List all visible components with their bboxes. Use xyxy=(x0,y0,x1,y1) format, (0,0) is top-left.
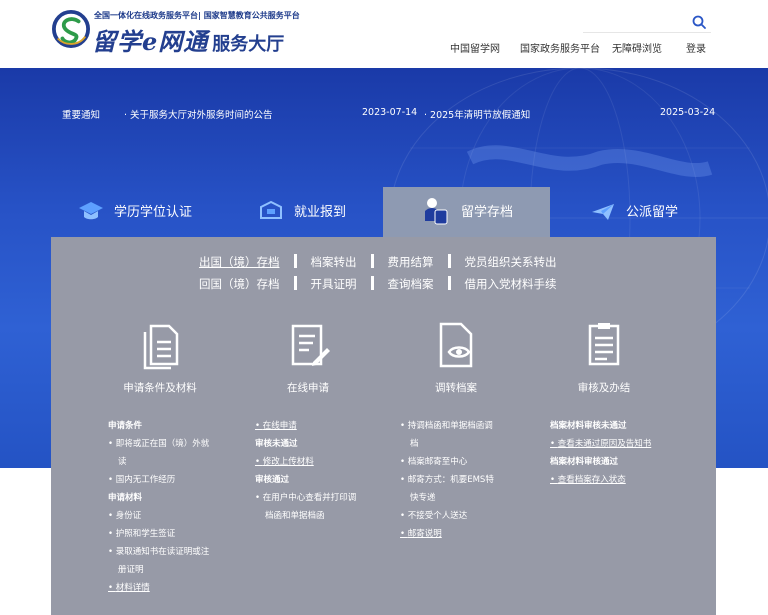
step-transfer-archive[interactable]: 调转档案 xyxy=(376,320,536,395)
list-item: 档案邮寄至中心 xyxy=(400,453,520,471)
notice-date-1: 2023-07-14 xyxy=(362,107,418,118)
nav-link-china-study-abroad[interactable]: 中国留学网 xyxy=(450,40,500,55)
link-return-archive[interactable]: 回国（境）存档 xyxy=(199,277,280,291)
list-item: 不接受个人送达 xyxy=(400,507,520,525)
link-outbound-archive[interactable]: 出国（境）存档 xyxy=(199,255,280,269)
list-item: 在用户中心查看并打印调 xyxy=(255,489,375,507)
tab-government-sponsored[interactable]: 公派留学 xyxy=(580,187,720,233)
detail-column-requirements: 申请条件 即将或正在国（境）外就 读 国内无工作经历 申请材料 身份证 护照和学… xyxy=(108,417,228,597)
notice-item-1[interactable]: · 关于服务大厅对外服务时间的公告 xyxy=(124,107,273,121)
link-borrow-party-materials[interactable]: 借用入党材料手续 xyxy=(465,277,557,291)
detail-column-review: 档案材料审核未通过 查看未通过原因及告知书 档案材料审核通过 查看档案存入状态 xyxy=(550,417,680,489)
list-item-cont: 快专递 xyxy=(410,493,436,503)
link-fee-settlement[interactable]: 费用结算 xyxy=(388,255,434,269)
column-heading: 审核未通过 xyxy=(255,439,298,449)
step-review-completion[interactable]: 审核及办结 xyxy=(524,320,684,395)
materials-detail-link[interactable]: 材料详情 xyxy=(108,579,228,597)
tab-label: 就业报到 xyxy=(294,205,347,220)
step-label: 调转档案 xyxy=(435,382,477,394)
service-links-row-1: 出国（境）存档 档案转出 费用结算 党员组织关系转出 xyxy=(199,254,557,270)
detail-column-online-application: 在线申请 审核未通过 修改上传材料 审核通过 在用户中心查看并打印调 档函和单据… xyxy=(255,417,375,525)
notice-bar: 重要通知 · 关于服务大厅对外服务时间的公告 2023-07-14 · 2025… xyxy=(0,101,768,125)
tab-archive-storage[interactable]: 留学存档 xyxy=(383,187,550,237)
mailing-instructions-link[interactable]: 邮寄说明 xyxy=(400,525,520,543)
step-online-application[interactable]: 在线申请 xyxy=(228,320,388,395)
tab-degree-certification[interactable]: 学历学位认证 xyxy=(60,187,220,233)
logo-name: 留学e网通 xyxy=(92,27,209,56)
tab-label: 学历学位认证 xyxy=(114,205,193,220)
list-item: 录取通知书在读证明或注 xyxy=(108,543,228,561)
nav-link-accessibility[interactable]: 无障碍浏览 xyxy=(612,40,662,55)
search-icon[interactable] xyxy=(691,14,707,30)
step-requirements[interactable]: 申请条件及材料 xyxy=(80,320,240,395)
logo-emblem-icon xyxy=(52,10,90,48)
service-links-row-2: 回国（境）存档 开具证明 查询档案 借用入党材料手续 xyxy=(199,276,557,292)
link-archive-transfer-out[interactable]: 档案转出 xyxy=(311,255,357,269)
link-issue-certificate[interactable]: 开具证明 xyxy=(311,277,357,291)
list-item: 邮寄方式：机要EMS特 xyxy=(400,471,520,489)
online-apply-link[interactable]: 在线申请 xyxy=(255,417,375,435)
nav-link-gov-service[interactable]: 国家政务服务平台 xyxy=(520,40,600,55)
link-party-relation-transfer[interactable]: 党员组织关系转出 xyxy=(465,255,557,269)
list-item-cont: 档 xyxy=(410,439,419,449)
file-view-icon xyxy=(439,322,473,368)
logo-subtitle: 服务大厅 xyxy=(212,34,285,55)
view-archive-status-link[interactable]: 查看档案存入状态 xyxy=(550,471,680,489)
airplane-icon xyxy=(592,204,614,220)
briefcase-icon xyxy=(260,200,282,219)
notice-label: 重要通知 xyxy=(62,110,101,121)
list-item: 即将或正在国（境）外就 xyxy=(108,435,228,453)
list-item-cont: 读 xyxy=(118,457,127,467)
graduation-cap-icon xyxy=(79,202,103,220)
view-rejection-reason-link[interactable]: 查看未通过原因及告知书 xyxy=(550,435,680,453)
column-heading: 审核通过 xyxy=(255,475,290,485)
step-label: 申请条件及材料 xyxy=(123,382,197,394)
documents-icon xyxy=(143,324,179,370)
step-label: 在线申请 xyxy=(287,382,329,394)
tab-label: 留学存档 xyxy=(461,205,514,220)
logo-tagline: 全国一体化在线政务服务平台| 国家智慧教育公共服务平台 xyxy=(94,11,300,20)
modify-materials-link[interactable]: 修改上传材料 xyxy=(255,453,375,471)
list-item: 国内无工作经历 xyxy=(108,471,228,489)
step-label: 审核及办结 xyxy=(577,382,631,394)
search-input[interactable] xyxy=(583,12,711,33)
tab-label: 公派留学 xyxy=(626,205,679,220)
tab-employment-registration[interactable]: 就业报到 xyxy=(240,187,380,233)
login-link[interactable]: 登录 xyxy=(686,40,706,55)
notice-date-2: 2025-03-24 xyxy=(660,107,716,118)
site-header: 全国一体化在线政务服务平台| 国家智慧教育公共服务平台 留学e网通 服务大厅 中国… xyxy=(0,0,768,68)
column-heading: 档案材料审核通过 xyxy=(550,457,619,467)
checklist-icon xyxy=(588,323,620,366)
logo-title: 留学e网通 服务大厅 xyxy=(92,22,284,57)
link-query-archive[interactable]: 查询档案 xyxy=(388,277,434,291)
archive-person-icon xyxy=(425,198,448,225)
list-item-cont: 档函和单据档函 xyxy=(265,511,325,521)
list-item: 护照和学生签证 xyxy=(108,525,228,543)
form-edit-icon xyxy=(291,324,330,366)
column-heading: 申请材料 xyxy=(108,493,143,503)
list-item: 身份证 xyxy=(108,507,228,525)
site-logo[interactable]: 全国一体化在线政务服务平台| 国家智慧教育公共服务平台 留学e网通 服务大厅 xyxy=(52,8,322,60)
column-heading: 申请条件 xyxy=(108,421,143,431)
detail-column-transfer: 持调档函和单据档函调 档 档案邮寄至中心 邮寄方式：机要EMS特 快专递 不接受… xyxy=(400,417,520,543)
list-item-cont: 册证明 xyxy=(118,565,144,575)
notice-item-2[interactable]: · 2025年清明节放假通知 xyxy=(424,107,530,121)
list-item: 持调档函和单据档函调 xyxy=(400,417,520,435)
column-heading: 档案材料审核未通过 xyxy=(550,421,627,431)
